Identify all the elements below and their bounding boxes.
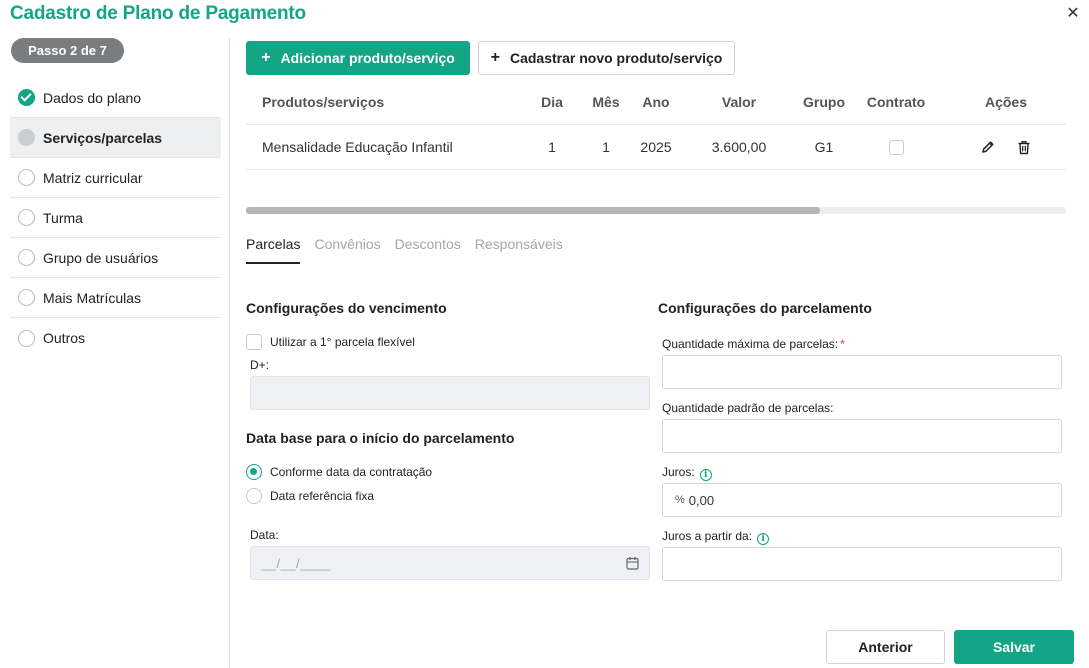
close-icon[interactable]: ✕ — [1063, 4, 1083, 24]
header-valor: Valor — [721, 94, 757, 110]
sidebar-item-mais-matriculas[interactable]: Mais Matrículas — [10, 278, 221, 318]
date-placeholder: __/__/____ — [261, 555, 332, 571]
sidebar-item-outros[interactable]: Outros — [10, 318, 221, 358]
check-circle-icon — [18, 89, 35, 106]
scrollbar-thumb[interactable] — [246, 207, 820, 214]
flex-parcel-label: Utilizar a 1° parcela flexível — [270, 335, 415, 349]
cell-acoes — [966, 125, 1046, 169]
trash-icon[interactable] — [1014, 137, 1034, 157]
default-parcelas-label: Quantidade padrão de parcelas: — [662, 401, 834, 415]
juros-from-input[interactable] — [662, 547, 1062, 581]
new-product-button[interactable]: + Cadastrar novo produto/serviço — [478, 41, 735, 75]
juros-label: Juros: i — [662, 465, 712, 481]
step-badge: Passo 2 de 7 — [11, 38, 124, 63]
table-row: Mensalidade Educação Infantil 1 1 2025 3… — [246, 124, 1066, 170]
sidebar-item-label: Serviços/parcelas — [43, 129, 163, 146]
juros-value: 0,00 — [688, 492, 715, 508]
header-dia: Dia — [541, 94, 563, 110]
cell-produto: Mensalidade Educação Infantil — [262, 139, 453, 155]
radio-referencia-fixa[interactable] — [246, 488, 262, 504]
tab-descontos[interactable]: Descontos — [395, 236, 461, 264]
date-label: Data: — [250, 528, 279, 542]
radio-conforme-contratacao[interactable] — [246, 464, 262, 480]
empty-circle-icon — [18, 329, 35, 347]
max-parcelas-label: Quantidade máxima de parcelas: * — [662, 337, 845, 351]
parcelamento-title: Configurações do parcelamento — [658, 300, 872, 316]
edit-pencil-icon[interactable] — [978, 137, 998, 157]
percent-prefix: % — [675, 494, 685, 506]
header-produto: Produtos/serviços — [262, 94, 385, 110]
new-product-label: Cadastrar novo produto/serviço — [509, 50, 723, 66]
tab-parcelas[interactable]: Parcelas — [246, 236, 301, 264]
previous-button[interactable]: Anterior — [826, 630, 945, 664]
max-parcelas-label-text: Quantidade máxima de parcelas: — [662, 337, 839, 351]
vencimento-title: Configurações do vencimento — [246, 300, 447, 316]
header-grupo: Grupo — [803, 94, 845, 110]
cell-grupo: G1 — [814, 139, 834, 155]
header-contrato: Contrato — [866, 94, 926, 110]
max-parcelas-input[interactable] — [662, 355, 1062, 389]
sidebar-item-turma[interactable]: Turma — [10, 198, 221, 238]
save-button[interactable]: Salvar — [954, 630, 1074, 664]
sidebar-item-label: Grupo de usuários — [43, 249, 159, 266]
cell-valor: 3.600,00 — [711, 139, 767, 155]
cell-dia: 1 — [548, 139, 556, 155]
sidebar-item-label: Matriz curricular — [43, 169, 143, 186]
juros-label-text: Juros: — [662, 465, 695, 479]
plus-icon: + — [261, 49, 271, 66]
tab-responsaveis[interactable]: Responsáveis — [475, 236, 563, 264]
header-acoes: Ações — [984, 94, 1028, 110]
dplus-label: D+: — [250, 358, 270, 372]
sidebar-divider — [229, 38, 230, 668]
calendar-icon[interactable] — [626, 556, 639, 570]
empty-circle-icon — [18, 289, 35, 306]
cell-contrato — [866, 125, 926, 169]
empty-circle-icon — [18, 209, 35, 226]
plus-icon: + — [490, 49, 500, 66]
page-title: Cadastro de Plano de Pagamento — [10, 3, 306, 24]
steps-sidebar: Dados do plano Serviços/parcelas Matriz … — [10, 78, 221, 358]
header-ano: Ano — [642, 94, 670, 110]
table-horizontal-scrollbar[interactable] — [246, 207, 1066, 214]
juros-from-label-text: Juros a partir da: — [662, 529, 753, 543]
date-input[interactable]: __/__/____ — [250, 546, 650, 580]
sidebar-item-grupo-de-usuarios[interactable]: Grupo de usuários — [10, 238, 221, 278]
section-tabs: Parcelas Convênios Descontos Responsávei… — [246, 236, 577, 266]
products-table-header: Produtos/serviços Dia Mês Ano Valor Grup… — [246, 86, 1066, 118]
juros-from-label: Juros a partir da: i — [662, 529, 770, 545]
header-mes: Mês — [592, 94, 620, 110]
sidebar-item-matriz-curricular[interactable]: Matriz curricular — [10, 158, 221, 198]
sidebar-item-servicos-parcelas[interactable]: Serviços/parcelas — [10, 118, 221, 158]
flex-parcel-checkbox[interactable] — [246, 334, 262, 350]
required-asterisk: * — [840, 337, 845, 351]
cell-ano: 2025 — [640, 139, 672, 155]
sidebar-item-label: Turma — [43, 209, 83, 226]
radio-conforme-label: Conforme data da contratação — [270, 465, 433, 479]
current-step-icon — [18, 129, 35, 146]
sidebar-item-dados-do-plano[interactable]: Dados do plano — [10, 78, 221, 118]
data-base-title: Data base para o início do parcelamento — [246, 430, 515, 446]
info-icon[interactable]: i — [757, 533, 770, 545]
cell-mes: 1 — [602, 139, 610, 155]
empty-circle-icon — [18, 249, 35, 266]
radio-referencia-label: Data referência fixa — [270, 489, 375, 503]
sidebar-item-label: Dados do plano — [43, 89, 142, 106]
tab-convenios[interactable]: Convênios — [314, 236, 380, 264]
info-icon[interactable]: i — [699, 469, 712, 481]
dplus-input[interactable] — [250, 376, 650, 410]
sidebar-item-label: Mais Matrículas — [43, 289, 142, 306]
sidebar-item-label: Outros — [43, 330, 86, 346]
add-product-label: Adicionar produto/serviço — [280, 50, 455, 66]
juros-input[interactable]: % 0,00 — [662, 483, 1062, 517]
add-product-button[interactable]: + Adicionar produto/serviço — [246, 41, 470, 75]
default-parcelas-input[interactable] — [662, 419, 1062, 453]
empty-circle-icon — [18, 169, 35, 186]
contrato-checkbox[interactable] — [888, 139, 904, 155]
